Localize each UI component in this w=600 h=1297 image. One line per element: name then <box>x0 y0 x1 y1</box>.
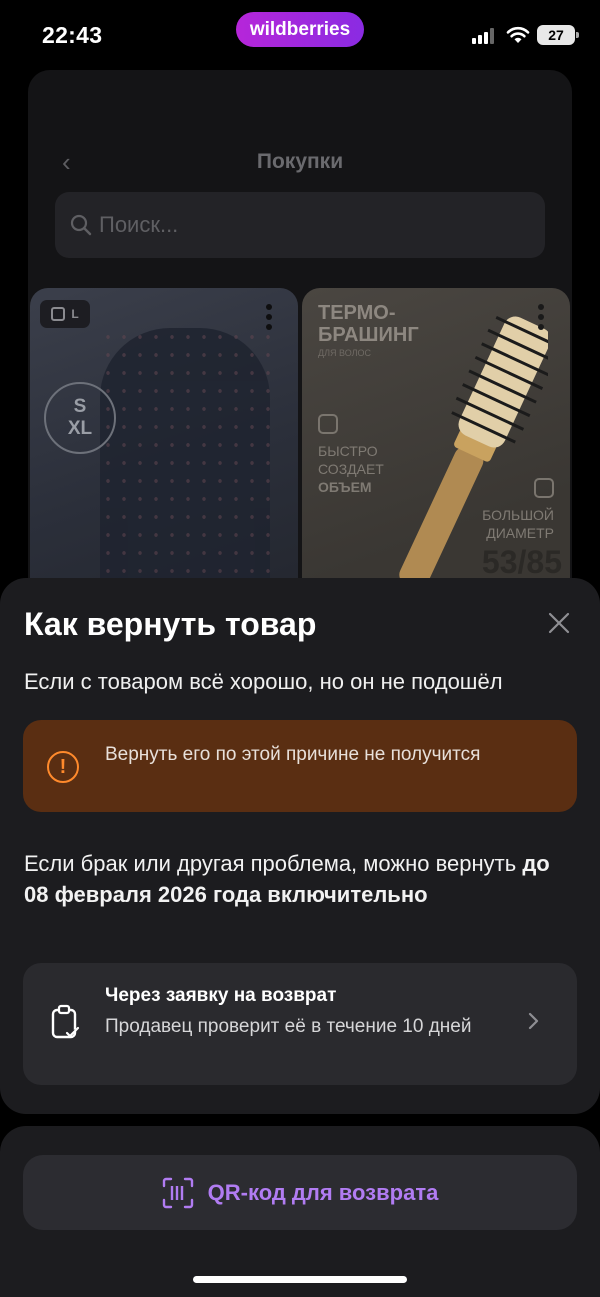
more-menu-icon[interactable] <box>538 304 546 334</box>
warning-banner: ! Вернуть его по этой причине не получит… <box>23 720 577 812</box>
promo-feature: БЫСТРО СОЗДАЕТ ОБЪЕМ <box>318 443 384 495</box>
option-title: Через заявку на возврат <box>105 985 337 1006</box>
more-menu-icon[interactable] <box>266 304 274 334</box>
chevron-right-icon <box>528 1012 539 1030</box>
status-time: 22:43 <box>42 22 103 48</box>
return-sheet: Как вернуть товар Если с товаром всё хор… <box>0 578 600 1114</box>
page-title: Покупки <box>256 150 344 173</box>
qr-return-button[interactable]: QR-код для возврата <box>23 1155 577 1230</box>
search-placeholder: Поиск... <box>99 212 179 237</box>
product-image <box>100 328 270 618</box>
qr-button-label: QR-код для возврата <box>207 1179 439 1205</box>
product-card[interactable]: ТЕРМО- БРАШИНГ ДЛЯ ВОЛОС БЫСТРО СОЗДАЕТ … <box>302 288 570 618</box>
signal-icon <box>472 28 498 44</box>
product-card[interactable]: L S XL <box>30 288 298 618</box>
promo-feature: БОЛЬШОЙ ДИАМЕТР <box>482 507 554 541</box>
promo-title: ТЕРМО- БРАШИНГ <box>318 302 419 346</box>
close-icon <box>548 612 570 634</box>
plus-icon <box>318 414 338 434</box>
warning-text: Вернуть его по этой причине не получится <box>105 744 481 765</box>
diameter-icon <box>534 478 554 498</box>
home-indicator[interactable] <box>193 1276 407 1283</box>
size-tag: L <box>40 300 90 328</box>
purchases-page: ‹ Покупки Поиск... L S XL ТЕРМО- БРАШИНГ… <box>28 70 572 630</box>
brand-pill: wildberries <box>236 12 364 47</box>
promo-number: 53/85 <box>481 544 562 580</box>
status-bar: 22:43 wildberries 27 <box>0 0 600 64</box>
promo-subtitle: ДЛЯ ВОЛОС <box>318 348 372 358</box>
sheet-subtitle: Если с товаром всё хорошо, но он не подо… <box>24 669 503 694</box>
exclamation-icon: ! <box>47 751 79 783</box>
return-deadline-text: Если брак или другая проблема, можно вер… <box>24 851 550 907</box>
clipboard-check-icon <box>51 1004 80 1039</box>
close-button[interactable] <box>542 606 576 640</box>
battery-icon: 27 <box>537 25 579 45</box>
return-request-option[interactable]: Через заявку на возврат Продавец провери… <box>23 963 577 1085</box>
option-description: Продавец проверит её в течение 10 дней <box>105 1016 472 1037</box>
sheet-title: Как вернуть товар <box>24 606 317 642</box>
bottom-bar: QR-код для возврата <box>0 1126 600 1297</box>
size-badge: S XL <box>44 382 116 454</box>
search-input[interactable]: Поиск... <box>55 192 545 258</box>
qr-scan-icon <box>162 1177 193 1208</box>
wifi-icon <box>506 26 530 43</box>
search-icon <box>70 214 92 236</box>
